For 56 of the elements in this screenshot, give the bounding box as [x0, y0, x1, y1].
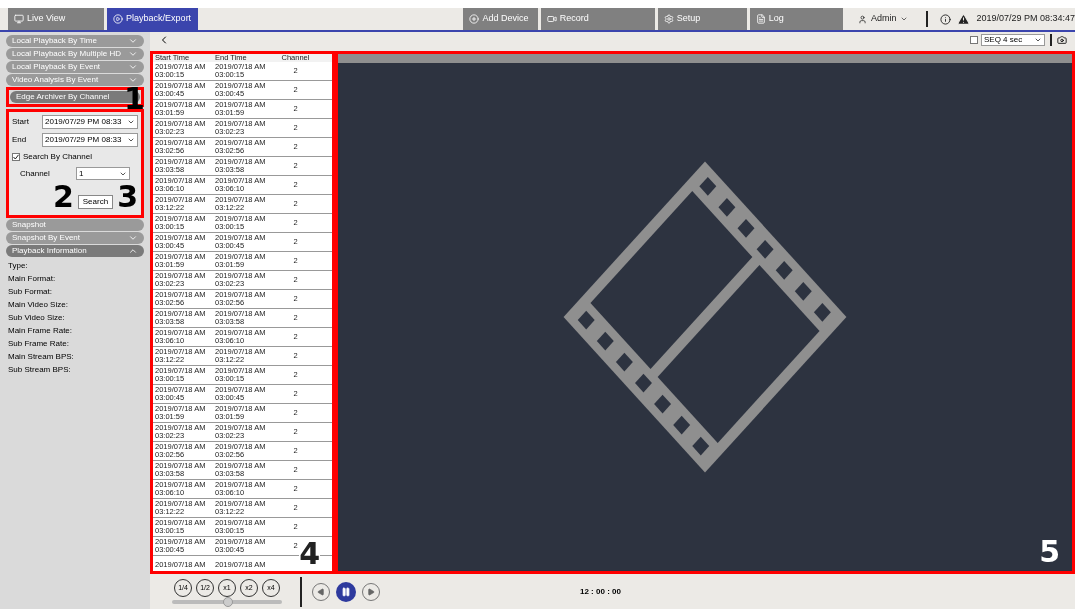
slider-thumb[interactable] — [223, 597, 234, 607]
dropdown-icon — [1034, 36, 1042, 44]
next-icon — [367, 587, 375, 596]
warning-icon[interactable] — [957, 12, 971, 26]
check-icon — [13, 154, 19, 160]
nav-tab[interactable]: Log — [749, 8, 843, 30]
field-label: Channel — [20, 167, 51, 180]
user-icon — [857, 14, 867, 24]
chevron-up-icon — [128, 246, 138, 256]
callout-number: 3 — [117, 182, 138, 212]
monitor-icon — [14, 14, 24, 24]
callout-number: 2 — [52, 182, 74, 212]
checkbox[interactable] — [12, 153, 20, 161]
channel-select[interactable]: 1 — [76, 167, 130, 180]
pause-icon — [341, 586, 351, 597]
search-button[interactable]: Search — [77, 195, 114, 209]
nav-tab[interactable]: Playback/Export — [107, 8, 199, 30]
info-label: Sub Video Size: — [8, 313, 66, 322]
video-camera-icon — [546, 14, 557, 24]
dropdown-icon — [900, 15, 909, 23]
user-menu[interactable]: Admin — [845, 8, 921, 30]
play-icon — [113, 14, 124, 24]
info-label: Sub Format: — [8, 287, 53, 296]
previous-icon — [317, 587, 325, 596]
clock-text: 2019/07/29 PM 08:34:47 — [976, 12, 1075, 26]
checkbox-label: Search By Channel — [23, 151, 92, 163]
dropdown-icon — [127, 136, 135, 144]
camera-icon[interactable] — [1057, 35, 1067, 45]
end-date-field[interactable]: 2019/07/29 PM 08:33 — [42, 133, 138, 147]
pause-button[interactable] — [336, 581, 356, 602]
speed-slider[interactable] — [172, 600, 282, 604]
checkbox[interactable] — [970, 36, 978, 44]
info-label: Type: — [8, 261, 29, 270]
nav-tab[interactable]: Live View — [8, 8, 105, 30]
dropdown-icon — [127, 118, 135, 126]
field-label: Start — [12, 116, 30, 128]
info-icon[interactable] — [940, 13, 952, 25]
info-label: Main Format: — [8, 274, 57, 283]
callout-number: 5 — [1039, 537, 1060, 567]
accordion-header[interactable]: Playback Information — [6, 245, 144, 257]
field-label: End — [12, 134, 28, 146]
document-icon — [755, 14, 766, 24]
nav-tab[interactable]: Add Device — [463, 8, 538, 30]
nav-tab[interactable]: Record — [540, 8, 655, 30]
nav-tab[interactable]: Setup — [657, 8, 747, 30]
settings-icon — [663, 14, 674, 24]
info-label: Sub Stream BPS: — [8, 365, 72, 374]
chevron-down-icon — [128, 233, 138, 243]
start-date-field[interactable]: 2019/07/29 PM 08:33 — [42, 115, 138, 129]
sequence-select[interactable]: SEQ 4 sec — [981, 34, 1045, 46]
add-icon — [469, 14, 480, 24]
playback-time: 12 : 00 : 00 — [580, 585, 621, 598]
info-label: Main Frame Rate: — [8, 326, 74, 335]
info-label: Sub Frame Rate: — [8, 339, 70, 348]
info-label: Main Video Size: — [8, 300, 69, 309]
info-label: Main Stream BPS: — [8, 352, 75, 361]
